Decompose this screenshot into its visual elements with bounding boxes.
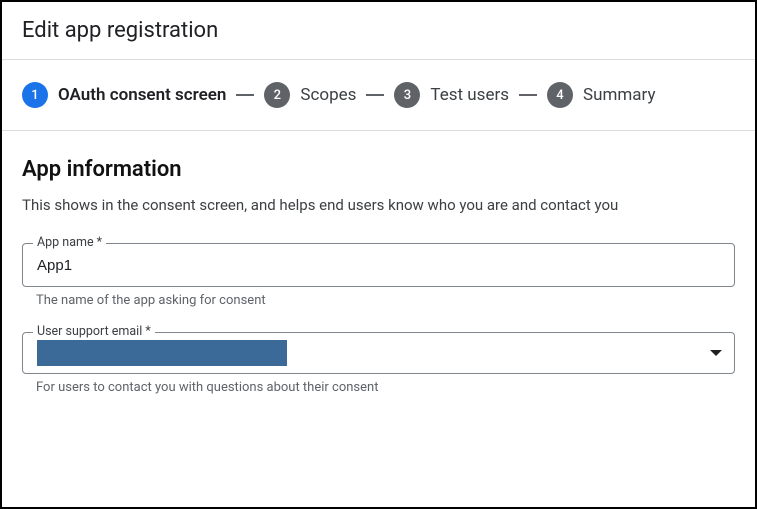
content-area: App information This shows in the consen… [2, 131, 755, 507]
page-header: Edit app registration [2, 2, 755, 60]
support-email-label: User support email * [33, 324, 155, 339]
support-email-select[interactable] [23, 333, 734, 373]
step-label-test-users: Test users [430, 85, 509, 105]
support-email-helper: For users to contact you with questions … [22, 380, 735, 395]
section-description: This shows in the consent screen, and he… [22, 194, 735, 217]
chevron-down-icon [710, 350, 722, 356]
step-scopes[interactable]: 2 Scopes [264, 82, 356, 108]
step-summary[interactable]: 4 Summary [547, 82, 655, 108]
app-name-field-wrapper: App name * The name of the app asking fo… [22, 243, 735, 308]
step-label-summary: Summary [583, 85, 655, 105]
support-email-field-outline: User support email * [22, 332, 735, 374]
app-name-input[interactable] [23, 244, 734, 286]
step-test-users[interactable]: 3 Test users [394, 82, 509, 108]
stepper: 1 OAuth consent screen 2 Scopes 3 Test u… [2, 60, 755, 131]
step-label-oauth-consent: OAuth consent screen [58, 85, 226, 105]
step-number-1: 1 [22, 82, 48, 108]
app-name-helper: The name of the app asking for consent [22, 293, 735, 308]
step-oauth-consent[interactable]: 1 OAuth consent screen [22, 82, 226, 108]
step-divider [519, 94, 537, 96]
app-name-field-outline: App name * [22, 243, 735, 287]
support-email-field-wrapper: User support email * For users to contac… [22, 332, 735, 395]
app-name-label: App name * [33, 235, 106, 250]
step-number-3: 3 [394, 82, 420, 108]
step-divider [236, 94, 254, 96]
step-number-4: 4 [547, 82, 573, 108]
step-number-2: 2 [264, 82, 290, 108]
page-title: Edit app registration [22, 18, 735, 43]
support-email-value-redacted [37, 340, 287, 366]
step-divider [366, 94, 384, 96]
step-label-scopes: Scopes [300, 85, 356, 105]
section-title: App information [22, 157, 735, 182]
